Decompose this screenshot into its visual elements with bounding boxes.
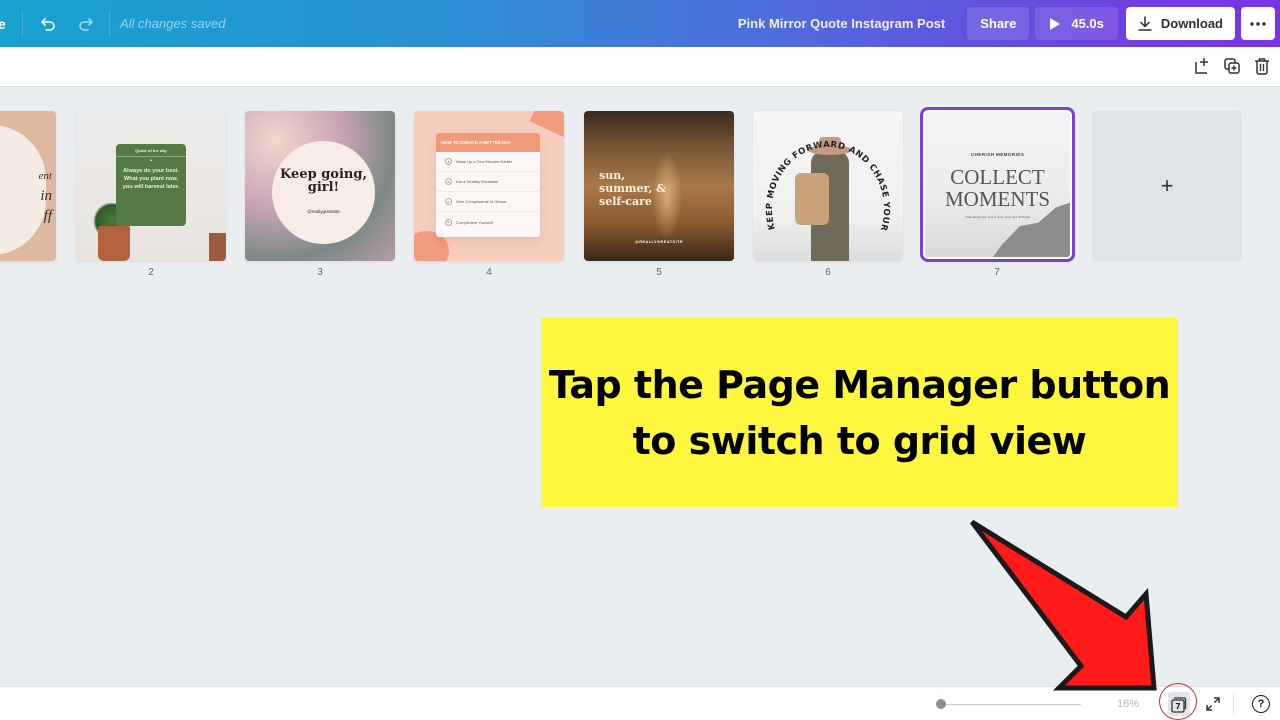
checklist-header: HOW TO CREATE A BETTER DAY — [436, 133, 540, 152]
arc-text-path: KEEP MOVING FORWARD AND CHASE YOUR DREAM… — [753, 111, 891, 232]
undo-button[interactable] — [33, 9, 63, 39]
page-toolbar — [0, 47, 1280, 87]
zoom-slider-track[interactable] — [941, 704, 1081, 705]
redo-icon — [79, 17, 93, 31]
callout-line-2: to switch to grid view — [632, 418, 1087, 463]
plant-pot — [98, 226, 130, 261]
checklist-item: C Give Compliments to Others — [436, 192, 540, 212]
quote-card: Quote of the day ❝ Always do your best. … — [116, 144, 186, 226]
handle: @REALLYGREATSITE — [635, 240, 683, 244]
download-label: Download — [1160, 16, 1223, 31]
editor-footer: 16% 7 ? — [0, 686, 1280, 720]
zoom-slider-handle[interactable] — [936, 699, 946, 709]
fullscreen-button[interactable] — [1203, 694, 1223, 714]
save-status: All changes saved — [120, 16, 226, 31]
callout-line-1: Tap the Page Manager button — [548, 362, 1171, 407]
item-text: Give Compliments to Others — [456, 199, 507, 204]
checklist-item: B Eat a Healthy Breakfast — [436, 172, 540, 192]
page-thumbnail-2[interactable]: Quote of the day ❝ Always do your best. … — [76, 111, 226, 261]
page-number: 4 — [486, 267, 492, 278]
checklist-item: A Wake Up a Few Minutes Earlier — [436, 152, 540, 172]
quote-text: Always do your best. What you plant now,… — [122, 168, 180, 190]
headline: sun, summer, & self-care — [599, 169, 667, 208]
home-menu-partial[interactable]: e — [0, 16, 22, 32]
editor-header: e All changes saved Pink Mirror Quote In… — [0, 0, 1280, 47]
help-icon: ? — [1257, 698, 1265, 710]
item-letter: A — [445, 158, 452, 165]
divider — [1233, 694, 1234, 714]
help-button[interactable]: ? — [1252, 695, 1270, 713]
page-1-text-line: ff — [43, 208, 52, 224]
page-number: 7 — [994, 267, 1000, 278]
svg-text:KEEP MOVING FORWARD AND CHASE: KEEP MOVING FORWARD AND CHASE YOUR DREAM… — [753, 111, 891, 232]
add-page-button[interactable] — [1192, 55, 1212, 77]
page-thumbnail-3[interactable]: Keep going, girl! @reallygreatsite — [245, 111, 395, 261]
ellipsis-icon — [1250, 21, 1266, 26]
item-letter: C — [445, 198, 452, 205]
play-duration: 45.0s — [1071, 16, 1104, 31]
page-1-text-line: ent — [38, 170, 52, 182]
page-1-text: ent in ff — [39, 166, 52, 226]
zoom-percentage[interactable]: 16% — [1117, 698, 1139, 710]
redo-button[interactable] — [71, 9, 101, 39]
download-icon — [1138, 16, 1152, 31]
trash-icon — [1255, 58, 1269, 75]
download-button[interactable]: Download — [1125, 7, 1235, 40]
item-letter: D — [445, 218, 452, 226]
play-icon — [1050, 17, 1061, 30]
tutorial-callout: Tap the Page Manager button to switch to… — [541, 318, 1178, 507]
checklist-card: HOW TO CREATE A BETTER DAY A Wake Up a Fe… — [436, 133, 540, 237]
page-thumbnail-1[interactable]: ent in ff — [0, 111, 56, 261]
headline-line-1: COLLECT — [950, 165, 1045, 189]
present-play-button[interactable]: 45.0s — [1035, 7, 1118, 40]
expand-icon — [1206, 697, 1220, 711]
divider — [109, 10, 110, 37]
kicker: CHERISH MEMORIES — [970, 152, 1025, 157]
headline-line-2: MOMENTS — [944, 187, 1050, 211]
item-text: Wake Up a Few Minutes Earlier — [456, 159, 513, 164]
page-thumbnail-7-selected[interactable]: CHERISH MEMORIES COLLECT MOMENTS One sun… — [920, 107, 1075, 262]
headline: COLLECT MOMENTS — [925, 166, 1070, 210]
page-number: 5 — [656, 267, 662, 278]
duplicate-page-button[interactable] — [1222, 55, 1242, 77]
plant-pot — [209, 233, 226, 261]
item-text: Eat a Healthy Breakfast — [456, 179, 499, 184]
item-text: Compliment Yourself — [456, 219, 493, 225]
more-options-button[interactable] — [1241, 7, 1275, 40]
delete-page-button[interactable] — [1252, 55, 1272, 77]
checklist-item: D Compliment Yourself — [436, 212, 540, 232]
add-page-tile[interactable]: + — [1092, 111, 1242, 261]
page-thumbnail-6[interactable]: KEEP MOVING FORWARD AND CHASE YOUR DREAM… — [753, 111, 903, 261]
share-button[interactable]: Share — [967, 7, 1030, 40]
page-number: 3 — [317, 267, 323, 278]
page-thumbnail-5[interactable]: sun, summer, & self-care @REALLYGREATSIT… — [584, 111, 734, 261]
divider — [22, 10, 23, 37]
add-page-icon — [1195, 58, 1208, 74]
share-label: Share — [980, 16, 1017, 31]
red-arrow-shape — [970, 519, 1157, 691]
subtext: One sunny day as if it were your last on… — [965, 215, 1030, 219]
page-thumbnail-4[interactable]: HOW TO CREATE A BETTER DAY A Wake Up a Fe… — [414, 111, 564, 261]
quote-card-header: Quote of the day — [116, 144, 186, 157]
page-number: 6 — [825, 267, 831, 278]
document-title[interactable]: Pink Mirror Quote Instagram Post — [738, 16, 945, 31]
page-number: 2 — [148, 267, 154, 278]
plus-icon: + — [1160, 173, 1174, 198]
page-1-text-line: in — [40, 188, 52, 204]
duplicate-page-icon — [1224, 58, 1240, 74]
undo-icon — [41, 17, 55, 31]
highlight-circle — [1159, 683, 1197, 720]
arc-text: KEEP MOVING FORWARD AND CHASE YOUR DREAM… — [753, 111, 891, 232]
handle: @reallygreatsite — [307, 209, 340, 214]
headline: Keep going, girl! — [280, 167, 367, 195]
item-letter: B — [445, 178, 452, 185]
